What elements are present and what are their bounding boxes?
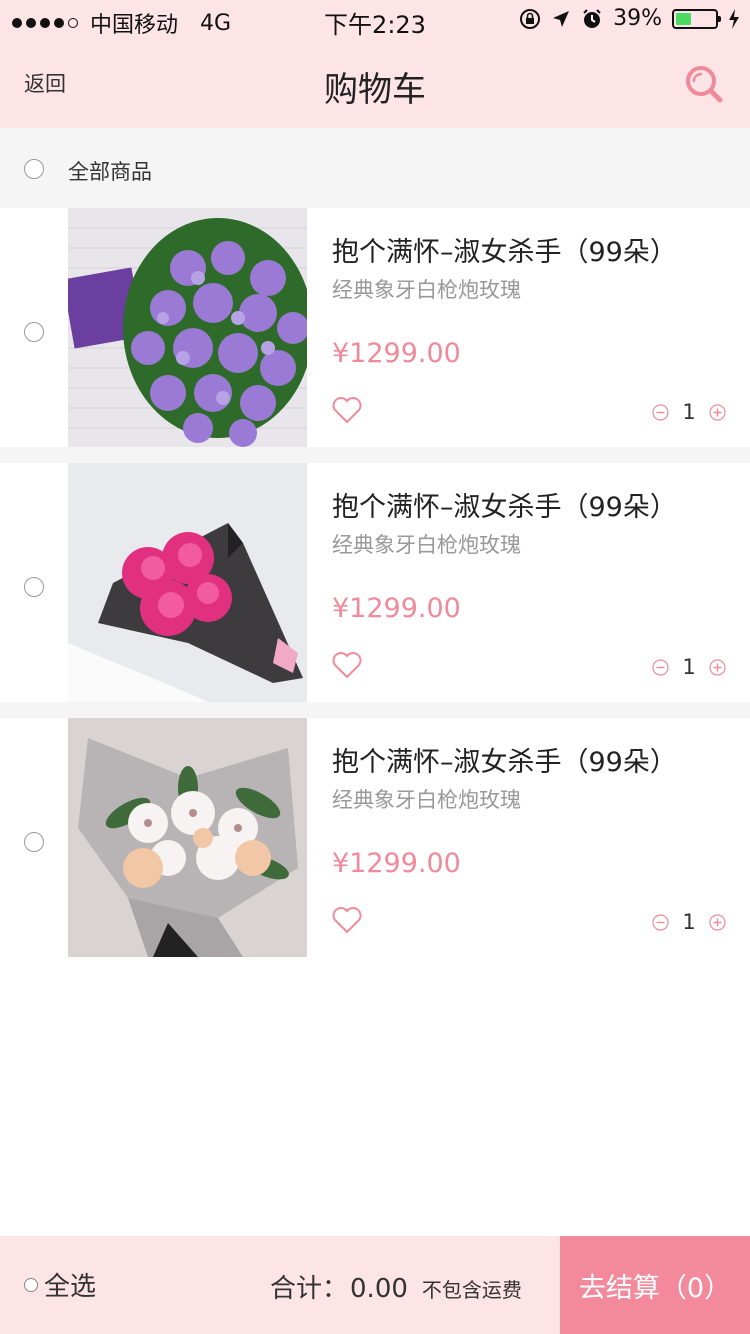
battery-icon	[672, 8, 721, 29]
status-icons: 39%	[519, 6, 740, 31]
search-icon[interactable]	[684, 64, 724, 104]
item-select-radio[interactable]	[24, 832, 44, 852]
checkout-bar: 全选 合计：0.00 不包含运费 去结算（0）	[0, 1236, 750, 1334]
checkout-button[interactable]: 去结算（0）	[560, 1236, 750, 1334]
heart-icon[interactable]	[332, 651, 362, 679]
plus-icon[interactable]	[709, 658, 726, 676]
product-description: 经典象牙白枪炮玫瑰	[332, 533, 521, 557]
plus-icon[interactable]	[709, 913, 726, 931]
cart-item: 抱个满怀–淑女杀手（99朵） 经典象牙白枪炮玫瑰 ¥1299.00 1	[0, 208, 750, 447]
cart-item: 抱个满怀–淑女杀手（99朵） 经典象牙白枪炮玫瑰 ¥1299.00 1	[0, 463, 750, 702]
minus-icon[interactable]	[652, 403, 669, 421]
location-arrow-icon	[553, 10, 570, 27]
charging-icon	[729, 8, 739, 29]
quantity-value: 1	[682, 655, 696, 679]
divider	[0, 447, 750, 463]
quantity-value: 1	[682, 400, 696, 424]
select-all-goods-radio[interactable]	[24, 159, 44, 179]
plus-icon[interactable]	[709, 403, 726, 421]
page-title: 购物车	[324, 70, 426, 110]
quantity-stepper: 1	[652, 910, 726, 934]
product-price: ¥1299.00	[332, 338, 461, 369]
item-select-radio[interactable]	[24, 322, 44, 342]
product-name[interactable]: 抱个满怀–淑女杀手（99朵）	[332, 485, 677, 524]
product-image[interactable]	[68, 718, 307, 957]
minus-icon[interactable]	[652, 913, 669, 931]
item-select-radio[interactable]	[24, 577, 44, 597]
product-name[interactable]: 抱个满怀–淑女杀手（99朵）	[332, 740, 677, 779]
product-price: ¥1299.00	[332, 848, 461, 879]
quantity-stepper: 1	[652, 655, 726, 679]
divider	[0, 702, 750, 718]
minus-icon[interactable]	[652, 658, 669, 676]
select-all-toggle[interactable]: 全选	[24, 1266, 96, 1303]
alarm-icon	[583, 8, 601, 28]
product-price: ¥1299.00	[332, 593, 461, 624]
quantity-stepper: 1	[652, 400, 726, 424]
navigation-bar: 返回 购物车	[0, 40, 750, 128]
total-value: 0.00	[350, 1274, 408, 1304]
select-all-radio[interactable]	[24, 1277, 38, 1292]
total-summary: 合计：0.00 不包含运费	[270, 1268, 522, 1305]
all-goods-header: 全部商品	[0, 128, 750, 208]
product-name[interactable]: 抱个满怀–淑女杀手（99朵）	[332, 230, 677, 269]
rotation-lock-icon	[520, 8, 541, 29]
battery-level	[676, 12, 691, 25]
heart-icon[interactable]	[332, 906, 362, 934]
cart-item: 抱个满怀–淑女杀手（99朵） 经典象牙白枪炮玫瑰 ¥1299.00 1	[0, 718, 750, 957]
heart-icon[interactable]	[332, 396, 362, 424]
product-image[interactable]	[68, 208, 307, 447]
select-all-label: 全选	[44, 1272, 97, 1302]
total-label: 合计：	[270, 1274, 349, 1304]
all-goods-label: 全部商品	[68, 160, 152, 184]
battery-percent: 39%	[613, 6, 662, 31]
status-bar: 中国移动 4G 下午2:23 39%	[0, 0, 750, 40]
product-description: 经典象牙白枪炮玫瑰	[332, 788, 521, 812]
product-image[interactable]	[68, 463, 307, 702]
quantity-value: 1	[682, 910, 696, 934]
product-description: 经典象牙白枪炮玫瑰	[332, 278, 521, 302]
shipping-note: 不包含运费	[421, 1278, 522, 1302]
